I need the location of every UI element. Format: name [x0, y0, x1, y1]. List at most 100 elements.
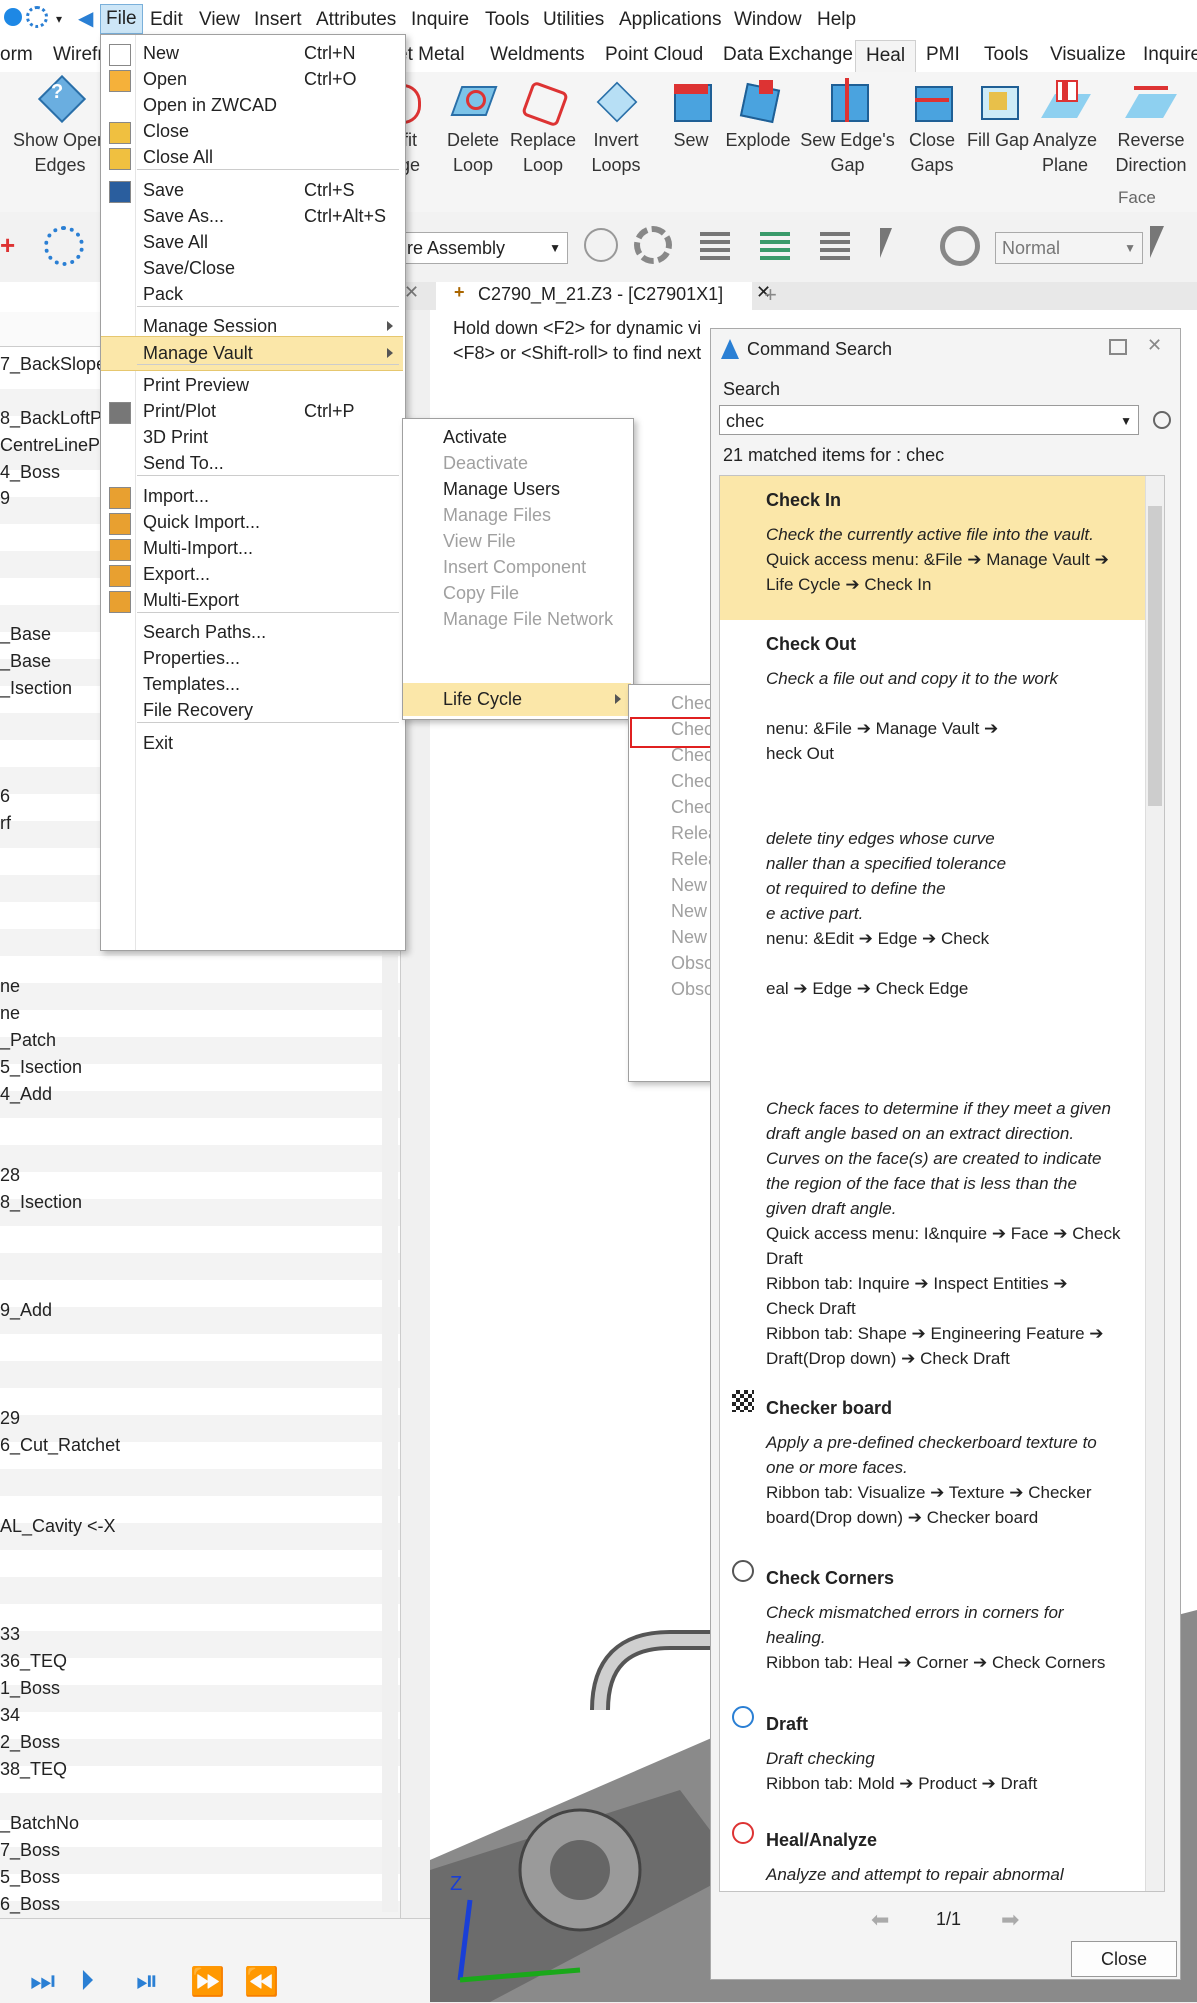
tree-row[interactable]: [0, 983, 400, 1010]
tree-item-label[interactable]: _Isection: [0, 678, 72, 699]
tree-item-label[interactable]: 8_Isection: [0, 1192, 82, 1213]
vault-menu-life-cycle[interactable]: Life Cycle: [403, 683, 631, 716]
tree-item-label[interactable]: 6_Cut_Ratchet: [0, 1435, 120, 1456]
tree-row[interactable]: [0, 1469, 400, 1496]
tree-item-label[interactable]: _Base: [0, 651, 51, 672]
close-icon[interactable]: ✕: [404, 282, 419, 303]
delete-loop-button[interactable]: Delete Loop: [440, 72, 506, 178]
new-tab-button[interactable]: +: [764, 282, 777, 308]
tree-item-label[interactable]: CentreLinePla: [0, 435, 114, 456]
invert-loops-button[interactable]: Invert Loops: [580, 72, 652, 178]
dock-icon[interactable]: [1109, 339, 1127, 355]
tree-item-label[interactable]: 9: [0, 488, 10, 509]
tab-inquire[interactable]: Inquire: [1143, 44, 1197, 66]
tab-pmi[interactable]: PMI: [926, 44, 960, 66]
reverse-direction-button[interactable]: Reverse Direction: [1105, 72, 1197, 178]
cursor-arrow-icon[interactable]: [880, 228, 904, 258]
sew-edges-gap-button[interactable]: Sew Edge's Gap: [800, 72, 895, 178]
dropdown-arrow-icon[interactable]: ▾: [56, 12, 62, 26]
tree-item-label[interactable]: 5_Boss: [0, 1867, 60, 1888]
command-result-item[interactable]: Draft Draft checking Ribbon tab: Mold ➔ Pr…: [720, 1700, 1146, 1816]
tree-item-label[interactable]: 28: [0, 1165, 20, 1186]
tree-item-label[interactable]: rf: [0, 813, 11, 834]
step-icon[interactable]: ⏯: [136, 1965, 158, 1998]
analyze-plane-button[interactable]: Analyze Plane: [1030, 72, 1100, 178]
command-result-item[interactable]: Checker board Apply a pre-defined checker…: [720, 1384, 1146, 1554]
tree-item-label[interactable]: 8_BackLoftPr: [0, 408, 108, 429]
menu-inquire[interactable]: Inquire: [405, 7, 475, 33]
command-result-item[interactable]: Check faces to determine if they meet a …: [720, 1082, 1146, 1384]
tree-row[interactable]: [0, 1604, 400, 1631]
tree-item-label[interactable]: 9_Add: [0, 1300, 52, 1321]
replace-loop-button[interactable]: Replace Loop: [508, 72, 578, 178]
tab-point-cloud[interactable]: Point Cloud: [605, 44, 703, 66]
menu-view[interactable]: View: [193, 7, 246, 33]
assembly-select[interactable]: re Assembly ▼: [400, 232, 568, 264]
tree-item-label[interactable]: ne: [0, 1003, 20, 1024]
tree-item-label[interactable]: 6_Boss: [0, 1894, 60, 1915]
command-result-item[interactable]: Check Out Check a file out and copy it to…: [720, 620, 1146, 812]
doc-tab[interactable]: + C2790_M_21.Z3 - [C27901X1] ✕: [436, 282, 771, 310]
command-result-item[interactable]: Check Corners Check mismatched errors in …: [720, 1554, 1146, 1700]
tab-weldments[interactable]: Weldments: [490, 44, 585, 66]
search-input[interactable]: chec ▼: [719, 405, 1139, 435]
tree-row[interactable]: [0, 1550, 400, 1577]
tree-row[interactable]: [0, 1388, 400, 1415]
quick-access-icon[interactable]: [26, 6, 48, 28]
close-button[interactable]: Close: [1071, 1941, 1177, 1977]
tree-row[interactable]: [0, 1361, 400, 1388]
tree-item-label[interactable]: _Patch: [0, 1030, 56, 1051]
add-icon[interactable]: +: [0, 230, 15, 261]
tree-row[interactable]: [0, 1010, 400, 1037]
tree-item-label[interactable]: 36_TEQ: [0, 1651, 67, 1672]
tab-tools[interactable]: Tools: [984, 44, 1028, 66]
display-style-select[interactable]: Normal ▼: [995, 232, 1143, 264]
menu-insert[interactable]: Insert: [248, 7, 308, 33]
tree-item-label[interactable]: ne: [0, 976, 20, 997]
tree-row[interactable]: [0, 956, 400, 983]
tree-item-label[interactable]: _Base: [0, 624, 51, 645]
tree-item-label[interactable]: 2_Boss: [0, 1732, 60, 1753]
tree-item-label[interactable]: AL_Cavity <-X: [0, 1516, 116, 1537]
back-arrow-icon[interactable]: ◀: [78, 6, 93, 31]
tree-row[interactable]: [0, 1145, 400, 1172]
tree-row[interactable]: [0, 1280, 400, 1307]
close-gaps-button[interactable]: Close Gaps: [900, 72, 964, 178]
explode-button[interactable]: Explode: [722, 72, 794, 153]
tree-item-label[interactable]: 1_Boss: [0, 1678, 60, 1699]
tree-item-label[interactable]: 38_TEQ: [0, 1759, 67, 1780]
clock-icon[interactable]: [584, 228, 618, 262]
menu-window[interactable]: Window: [728, 7, 808, 33]
tab-heal[interactable]: Heal: [855, 40, 917, 75]
vault-menu-manage-file-network[interactable]: Manage File Network: [403, 603, 631, 636]
file-menu-manage-vault[interactable]: Manage Vault: [101, 336, 403, 371]
skip-end-icon[interactable]: ⏭: [30, 1965, 55, 1998]
compass-icon[interactable]: [940, 226, 980, 266]
menu-edit[interactable]: Edit: [144, 7, 189, 33]
file-menu-exit[interactable]: Exit: [101, 727, 403, 760]
menu-attributes[interactable]: Attributes: [310, 7, 402, 33]
fill-gap-button[interactable]: Fill Gap: [966, 72, 1030, 153]
pick-filter-color-icon[interactable]: [760, 232, 790, 260]
tree-item-label[interactable]: 34: [0, 1705, 20, 1726]
next-page-icon[interactable]: ➡: [1001, 1907, 1019, 1933]
pick-list-icon[interactable]: [820, 232, 850, 260]
tab-wireframe[interactable]: Wirefr: [53, 44, 104, 66]
tree-item-label[interactable]: _BatchNo: [0, 1813, 79, 1834]
dotted-circle-icon[interactable]: [44, 226, 84, 266]
prev-page-icon[interactable]: ⬅: [871, 1907, 889, 1933]
menu-applications[interactable]: Applications: [613, 7, 727, 33]
tree-row[interactable]: [0, 1118, 400, 1145]
search-icon[interactable]: [1153, 411, 1171, 429]
select-cursor-icon[interactable]: [1150, 226, 1178, 258]
tab-data-exchange[interactable]: Data Exchange: [723, 44, 853, 66]
tab-visualize[interactable]: Visualize: [1050, 44, 1126, 66]
tree-row[interactable]: [0, 1577, 400, 1604]
tree-item-label[interactable]: 7_BackSlope: [0, 354, 106, 375]
fast-forward-icon[interactable]: ⏩: [190, 1965, 225, 1998]
tree-row[interactable]: [0, 1091, 400, 1118]
menu-file[interactable]: File: [100, 4, 143, 34]
sew-button[interactable]: Sew: [665, 72, 717, 153]
tree-item-label[interactable]: 6: [0, 786, 10, 807]
menu-utilities[interactable]: Utilities: [537, 7, 610, 33]
